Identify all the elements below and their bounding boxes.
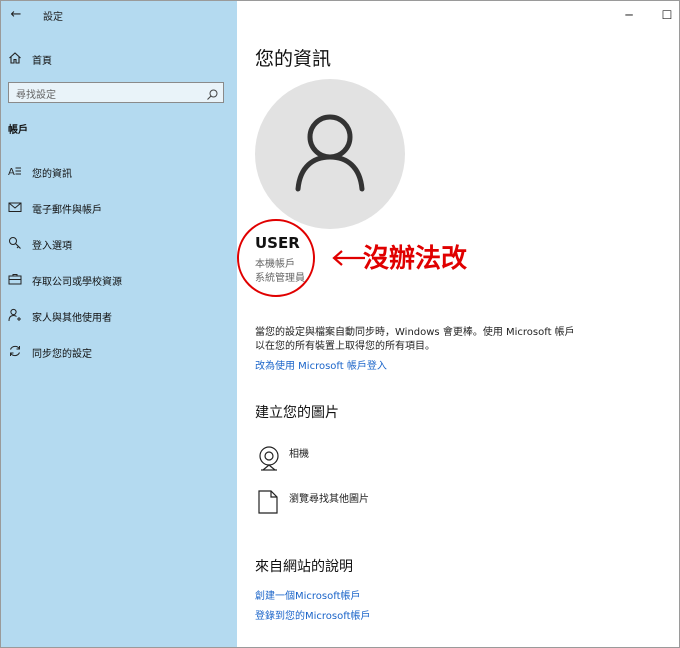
window-controls: ─ ☐ <box>237 5 679 25</box>
svg-text:A: A <box>8 167 15 178</box>
help-title: 來自網站的說明 <box>255 559 353 575</box>
mail-icon <box>7 199 23 215</box>
avatar <box>255 79 405 229</box>
sidebar-item-label: 電子郵件與帳戶 <box>32 205 102 216</box>
sidebar-item-family-users[interactable]: 家人與其他使用者 <box>1 303 237 327</box>
settings-window: ← 設定 首頁 尋找設定 帳戶 A 您的資訊 電子郵件與帳戶 登入選項 存取公司… <box>0 0 680 648</box>
page-title: 您的資訊 <box>255 48 332 70</box>
help-link-sign-in[interactable]: 登錄到您的Microsoft帳戶 <box>255 607 371 622</box>
sidebar-item-work-school[interactable]: 存取公司或學校資源 <box>1 267 237 291</box>
annotation-text: 沒辦法改 <box>363 244 468 274</box>
back-button[interactable]: ← <box>7 6 25 24</box>
add-person-icon <box>7 307 23 323</box>
sidebar-item-label: 存取公司或學校資源 <box>32 277 122 288</box>
user-silhouette-icon <box>295 114 365 192</box>
ms-account-signin-link[interactable]: 改為使用 Microsoft 帳戶登入 <box>255 357 387 372</box>
sidebar-item-home[interactable]: 首頁 <box>1 46 237 70</box>
person-card-icon: A <box>7 163 23 179</box>
sidebar-item-sync-settings[interactable]: 同步您的設定 <box>1 339 237 363</box>
key-icon <box>7 235 23 251</box>
sidebar-item-label: 家人與其他使用者 <box>32 313 112 324</box>
sync-icon <box>7 343 23 359</box>
maximize-button[interactable]: ☐ <box>657 5 677 25</box>
picture-option-label: 相機 <box>289 449 309 460</box>
sync-description-line1: 當您的設定與檔案自動同步時，Windows 會更棒。使用 Microsoft 帳… <box>255 327 575 338</box>
home-icon <box>7 50 23 66</box>
sync-description-line2: 以在您的所有裝置上取得您的所有項目。 <box>255 341 435 352</box>
annotation-arrow-icon <box>332 250 365 266</box>
sidebar: ← 設定 首頁 尋找設定 帳戶 A 您的資訊 電子郵件與帳戶 登入選項 存取公司… <box>1 1 237 647</box>
search-placeholder: 尋找設定 <box>16 90 56 101</box>
sidebar-item-label: 首頁 <box>32 56 52 67</box>
picture-option-label: 瀏覽尋找其他圖片 <box>289 494 369 505</box>
briefcase-icon <box>7 271 23 287</box>
section-title: 帳戶 <box>8 125 28 136</box>
title-bar: ← 設定 <box>1 1 237 31</box>
search-input[interactable]: 尋找設定 <box>8 82 224 103</box>
sidebar-item-label: 登入選項 <box>32 241 72 252</box>
help-link-create-account[interactable]: 創建一個Microsoft帳戶 <box>255 587 361 602</box>
sidebar-item-sign-in-options[interactable]: 登入選項 <box>1 231 237 255</box>
create-picture-title: 建立您的圖片 <box>255 405 339 421</box>
annotation-circle <box>237 219 315 297</box>
camera-icon <box>257 445 281 475</box>
app-title: 設定 <box>43 12 63 23</box>
sidebar-item-email-accounts[interactable]: 電子郵件與帳戶 <box>1 195 237 219</box>
minimize-button[interactable]: ─ <box>619 5 639 25</box>
sidebar-item-label: 您的資訊 <box>32 169 72 180</box>
search-icon <box>206 86 219 100</box>
sidebar-item-your-info[interactable]: A 您的資訊 <box>1 159 237 183</box>
document-icon <box>257 489 279 519</box>
main-content: ─ ☐ 您的資訊 USER 本機帳戶 系統管理員 沒辦法改 當您的設定與檔案自動… <box>237 1 679 647</box>
sidebar-item-label: 同步您的設定 <box>32 349 92 360</box>
